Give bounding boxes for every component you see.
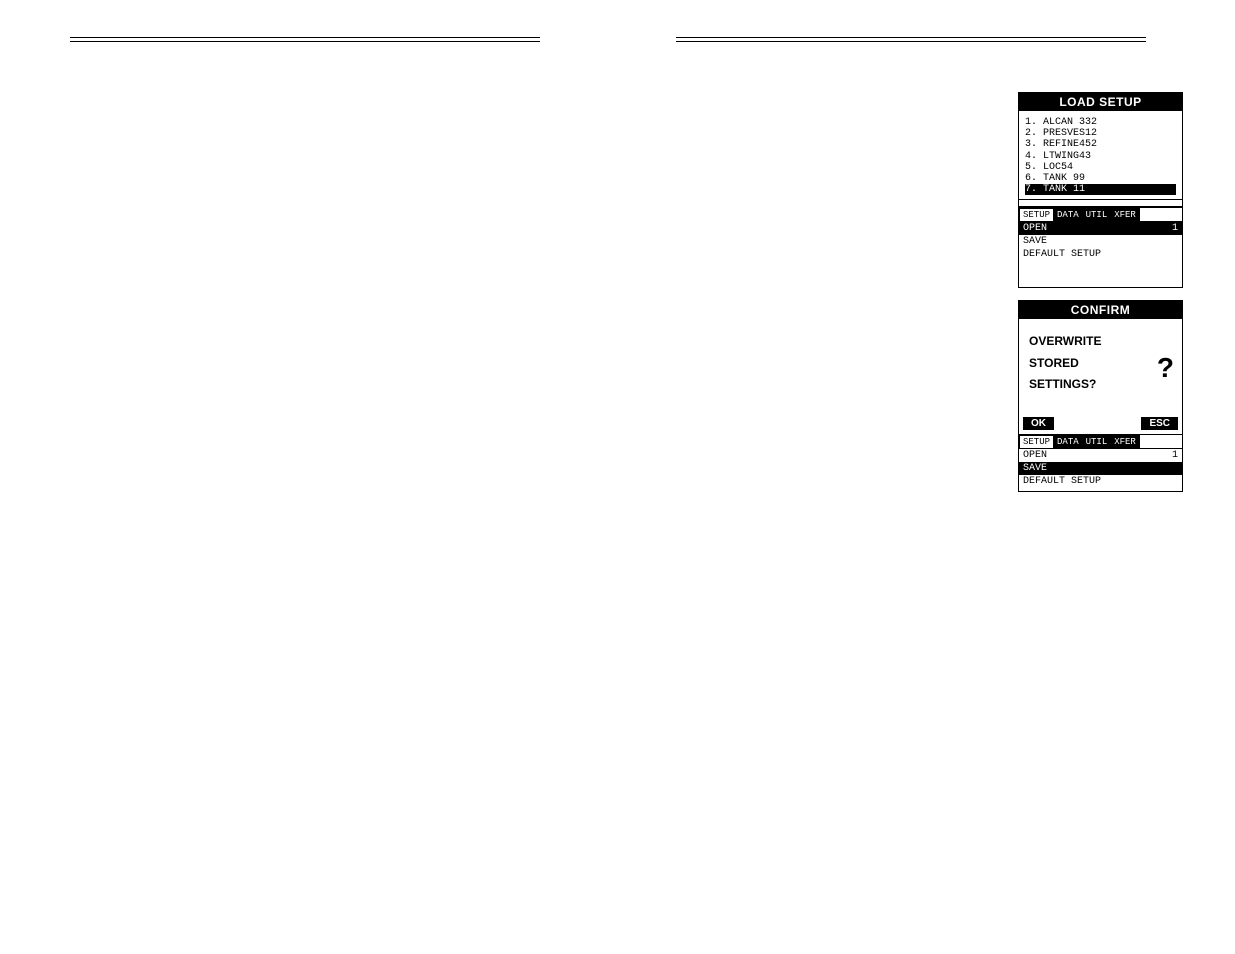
tab-util[interactable]: UTIL [1082,208,1112,221]
page-left [70,0,610,954]
tab-xfer[interactable]: XFER [1110,435,1140,448]
menu-open[interactable]: OPEN1 [1019,449,1182,462]
tab-xfer[interactable]: XFER [1110,208,1140,221]
confirm-buttons: OK ESC [1019,417,1182,434]
device1-menu: OPEN1 SAVE DEFAULT SETUP [1019,221,1182,261]
tab-setup[interactable]: SETUP [1019,435,1054,448]
list-item[interactable]: 4. LTWING43 [1025,151,1176,162]
tab-data[interactable]: DATA [1053,208,1083,221]
menu-save[interactable]: SAVE [1019,462,1182,475]
confirm-line-2: STORED [1029,353,1172,375]
esc-button[interactable]: ESC [1141,417,1178,430]
header-rule-left [70,37,540,42]
confirm-line-3: SETTINGS? [1029,374,1172,396]
device1-tabs: SETUP DATA UTIL XFER [1019,207,1182,221]
header-rule-right [676,37,1146,42]
device1-title: LOAD SETUP [1019,93,1182,111]
list-item[interactable]: 5. LOC54 [1025,162,1176,173]
menu-save[interactable]: SAVE [1019,235,1182,248]
tab-data[interactable]: DATA [1053,435,1083,448]
list-item[interactable]: 3. REFINE452 [1025,139,1176,150]
device2-tabs: SETUP DATA UTIL XFER [1019,434,1182,448]
list-item[interactable]: 2. PRESVES12 [1025,128,1176,139]
menu-default-setup[interactable]: DEFAULT SETUP [1019,475,1182,488]
menu-default-setup[interactable]: DEFAULT SETUP [1019,248,1182,261]
ok-button[interactable]: OK [1023,417,1054,430]
device2-menu: OPEN1 SAVE DEFAULT SETUP [1019,448,1182,488]
device-confirm: CONFIRM OVERWRITE STORED SETTINGS? ? OK … [1018,300,1183,492]
list-item-selected[interactable]: 7. TANK 11 [1025,184,1176,195]
list-item[interactable]: 1. ALCAN 332 [1025,117,1176,128]
confirm-line-1: OVERWRITE [1029,331,1172,353]
tab-util[interactable]: UTIL [1082,435,1112,448]
device-load-setup: LOAD SETUP 1. ALCAN 332 2. PRESVES12 3. … [1018,92,1183,288]
menu-open[interactable]: OPEN1 [1019,222,1182,235]
confirm-body: OVERWRITE STORED SETTINGS? ? [1019,319,1182,417]
list-item[interactable]: 6. TANK 99 [1025,173,1176,184]
device1-setup-list: 1. ALCAN 332 2. PRESVES12 3. REFINE452 4… [1019,111,1182,197]
tab-setup[interactable]: SETUP [1019,208,1054,221]
device2-title: CONFIRM [1019,301,1182,319]
divider [1019,199,1182,207]
page-right: LOAD SETUP 1. ALCAN 332 2. PRESVES12 3. … [676,0,1216,954]
question-mark-icon: ? [1157,343,1174,393]
